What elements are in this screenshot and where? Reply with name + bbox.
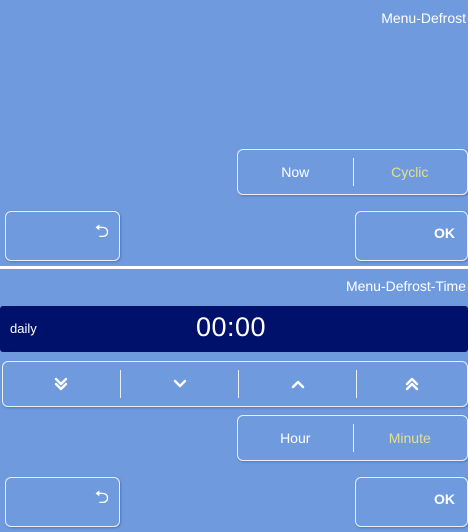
time-value: 00:00 xyxy=(196,312,267,342)
return-icon: ⮌ xyxy=(94,487,109,507)
ok-button[interactable]: OK xyxy=(355,211,468,261)
minute-button[interactable]: Minute xyxy=(353,416,468,460)
time-display-bar: daily 00:00 xyxy=(0,306,468,352)
decrease-fast-button[interactable] xyxy=(3,362,119,406)
hour-button[interactable]: Hour xyxy=(238,416,353,460)
cyclic-button[interactable]: Cyclic xyxy=(353,150,468,194)
double-down-icon xyxy=(54,377,68,391)
defrost-time-menu-screen: Menu-Defrost-Time daily 00:00 Hour Minut… xyxy=(0,269,468,532)
time-adjust-row xyxy=(2,361,468,407)
cyclic-label: Cyclic xyxy=(391,164,429,180)
ok-button[interactable]: OK xyxy=(355,477,468,527)
defrost-mode-toggle: Now Cyclic xyxy=(237,149,468,195)
return-icon: ⮌ xyxy=(94,221,109,241)
time-unit-toggle: Hour Minute xyxy=(237,415,468,461)
now-label: Now xyxy=(281,164,310,180)
back-button[interactable]: ⮌ xyxy=(5,477,120,527)
up-icon xyxy=(291,380,304,389)
mode-label: daily xyxy=(10,321,37,336)
back-button[interactable]: ⮌ xyxy=(5,211,120,261)
double-up-icon xyxy=(405,377,419,391)
now-button[interactable]: Now xyxy=(238,150,353,194)
decrease-button[interactable] xyxy=(121,362,238,406)
down-icon xyxy=(173,379,186,388)
increase-fast-button[interactable] xyxy=(357,362,467,406)
minute-label: Minute xyxy=(388,430,431,446)
screen-title: Menu-Defrost-Time xyxy=(345,278,466,294)
hour-label: Hour xyxy=(280,430,311,446)
screen-title: Menu-Defrost xyxy=(381,10,466,26)
increase-button[interactable] xyxy=(239,362,356,406)
defrost-menu-screen: Menu-Defrost Now Cyclic ⮌ OK xyxy=(0,0,468,266)
ok-label: OK xyxy=(434,225,455,241)
ok-label: OK xyxy=(434,491,455,507)
